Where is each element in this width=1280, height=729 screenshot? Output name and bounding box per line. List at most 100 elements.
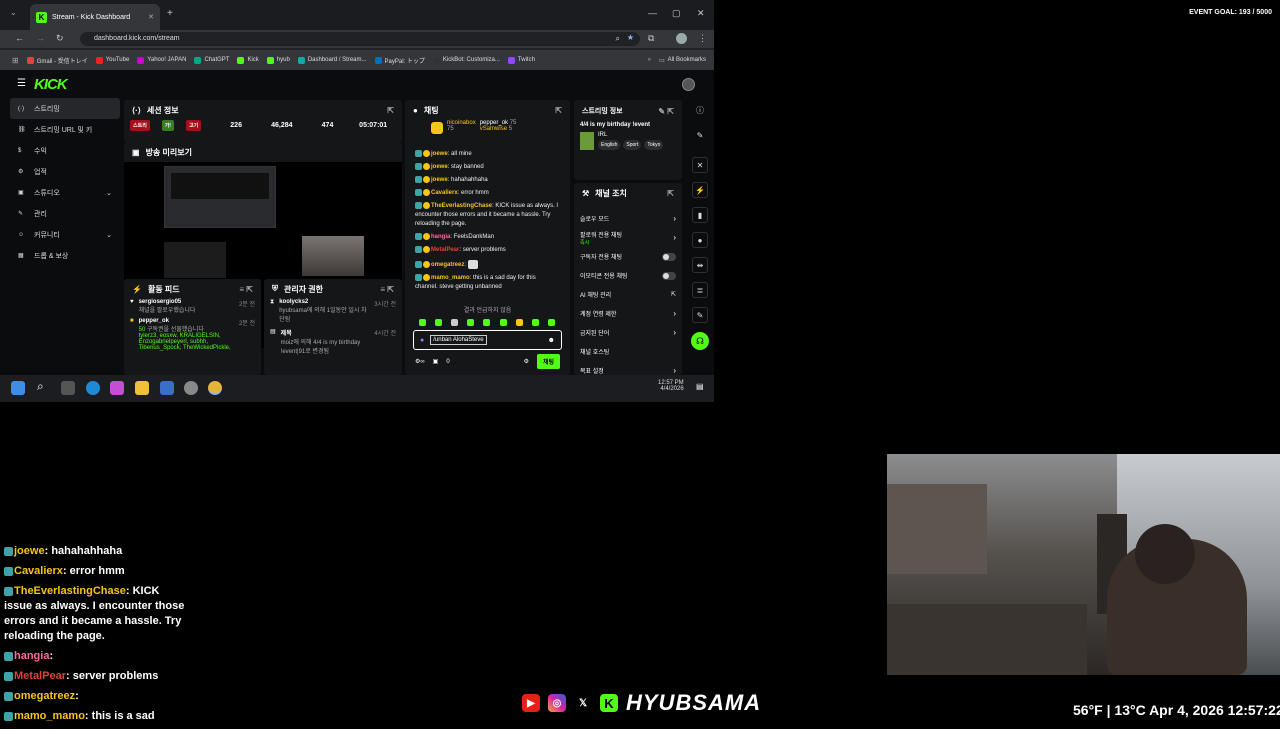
chat-username[interactable]: Cavalierx: [431, 190, 458, 196]
send-chat-button[interactable]: 채팅: [536, 354, 560, 369]
chat-username[interactable]: hangia: [431, 234, 450, 240]
popout-icon[interactable]: ⇱: [667, 189, 674, 198]
user-avatar[interactable]: [682, 78, 695, 91]
chevron-right-icon[interactable]: ›: [673, 233, 676, 242]
pencil-icon[interactable]: ✎: [692, 127, 708, 143]
external-link-icon[interactable]: ⇱: [671, 291, 676, 298]
sidebar-item[interactable]: (·) 스트리밍: [10, 98, 120, 119]
message-icon[interactable]: ●: [692, 232, 708, 248]
trash-icon[interactable]: ▮: [692, 207, 708, 223]
task-view-icon[interactable]: [61, 381, 75, 395]
kick-logo[interactable]: KICK: [34, 76, 68, 93]
browser-tab[interactable]: K Stream - Kick Dashboard ✕: [30, 4, 160, 30]
list-icon[interactable]: ≣: [692, 282, 708, 298]
sidebar-item[interactable]: ⛓ 스트리밍 URL 및 키: [10, 119, 120, 140]
window-close-icon[interactable]: ✕: [697, 8, 705, 19]
obs-icon[interactable]: [184, 381, 198, 395]
wrench-icon[interactable]: ✎: [692, 307, 708, 323]
edge-icon[interactable]: [86, 381, 100, 395]
close-tab-icon[interactable]: ✕: [148, 13, 154, 21]
chrome-icon[interactable]: [208, 381, 222, 395]
copilot-icon[interactable]: [110, 381, 124, 395]
file-explorer-icon[interactable]: [135, 381, 149, 395]
channel-action-item[interactable]: 채널 호스팅: [580, 342, 676, 361]
raid-icon[interactable]: ⇹: [692, 257, 708, 273]
chat-input-box[interactable]: ● /unban AlohaSteve ☻: [413, 330, 562, 350]
chat-username[interactable]: TheEverlastingChase: [431, 203, 492, 209]
settings-link-icon[interactable]: ⚙∞: [415, 358, 425, 365]
emote-icon[interactable]: [515, 319, 523, 326]
edit-popout-icons[interactable]: ✎ ⇱: [658, 107, 674, 116]
gifter-name[interactable]: vSamwise: [480, 126, 507, 132]
bookmark-item[interactable]: ChatGPT: [194, 56, 229, 64]
category-name[interactable]: IRL: [598, 132, 663, 138]
tab-search-icon[interactable]: ⌄: [10, 8, 17, 17]
url-bar[interactable]: dashboard.kick.com/stream ⌕ ★: [80, 32, 640, 46]
chat-username[interactable]: mamo_mamo: [431, 275, 470, 281]
profile-avatar[interactable]: [676, 33, 687, 44]
chat-username[interactable]: MetalPear: [431, 248, 459, 254]
sidebar-item[interactable]: ☺ 커뮤니티 ⌄: [10, 224, 120, 245]
emote-icon[interactable]: [451, 319, 459, 326]
emote-icon[interactable]: [499, 319, 507, 326]
bookmark-item[interactable]: Gmail - 受信トレイ: [26, 56, 88, 65]
extensions-icon[interactable]: ⧉: [648, 33, 654, 44]
tag-chip[interactable]: Tokyo: [644, 140, 664, 150]
chevron-right-icon[interactable]: ›: [673, 328, 676, 337]
bookmark-item[interactable]: Dashboard / Stream...: [297, 56, 367, 64]
sidebar-item[interactable]: ⚙ 업적: [10, 161, 120, 182]
more-bookmarks-icon[interactable]: »: [648, 57, 651, 63]
bookmark-item[interactable]: Yahoo! JAPAN: [137, 56, 186, 64]
shuffle-icon[interactable]: ✕: [692, 157, 708, 173]
menu-kebab-icon[interactable]: ⋮: [698, 33, 707, 44]
all-bookmarks[interactable]: ▭ All Bookmarks: [659, 57, 706, 64]
back-icon[interactable]: ←: [15, 33, 24, 43]
popout-icon[interactable]: ⇱: [555, 106, 562, 115]
channel-action-item[interactable]: 목표 설정 ›: [580, 361, 676, 375]
channel-action-item[interactable]: 계정 연령 제한 ›: [580, 304, 676, 323]
gear-icon[interactable]: ⚙: [524, 358, 529, 365]
app-icon[interactable]: [160, 381, 174, 395]
chat-username[interactable]: joewe: [431, 177, 448, 183]
tag-chip[interactable]: English: [598, 140, 621, 150]
chevron-right-icon[interactable]: ›: [673, 309, 676, 318]
toggle-switch[interactable]: [662, 252, 676, 261]
new-tab-icon[interactable]: +: [167, 8, 173, 19]
bookmark-item[interactable]: YouTube: [95, 56, 129, 64]
channel-action-item[interactable]: 이모티콘 전용 채팅: [580, 266, 676, 285]
emote-icon[interactable]: [483, 319, 491, 326]
mic-icon[interactable]: ●: [420, 337, 424, 344]
channel-action-item[interactable]: 팔로워 전용 채팅 즉시 ›: [580, 228, 676, 247]
maximize-icon[interactable]: ▢: [672, 8, 681, 19]
sidebar-item[interactable]: ✎ 관리: [10, 203, 120, 224]
channel-action-item[interactable]: 금지된 단어 ›: [580, 323, 676, 342]
chat-username[interactable]: joewe: [431, 151, 448, 157]
chevron-right-icon[interactable]: ›: [673, 214, 676, 223]
emote-icon[interactable]: [531, 319, 539, 326]
filter-icon[interactable]: ≡ ⇱: [380, 285, 394, 294]
tag-chip[interactable]: Sport: [623, 140, 642, 150]
emoji-icon[interactable]: ☻: [548, 337, 555, 344]
forward-icon[interactable]: →: [36, 33, 45, 43]
emote-icon[interactable]: [435, 319, 443, 326]
chat-username[interactable]: joewe: [431, 164, 448, 170]
toggle-switch[interactable]: [662, 271, 676, 280]
bookmark-item[interactable]: hyub: [266, 56, 290, 64]
popout-icon[interactable]: ⇱: [387, 106, 394, 115]
emote-icon[interactable]: [547, 319, 555, 326]
search-icon[interactable]: ⌕: [37, 379, 44, 394]
bookmark-item[interactable]: PayPal: トップ: [374, 56, 425, 65]
chat-input[interactable]: /unban AlohaSteve: [430, 335, 487, 345]
bookmark-star-icon[interactable]: ★: [627, 33, 634, 42]
bookmark-item[interactable]: KickBot: Customiza...: [432, 56, 500, 64]
bolt-icon[interactable]: ⚡: [692, 182, 708, 198]
notification-icon[interactable]: ▤: [696, 382, 704, 391]
hamburger-icon[interactable]: ☰: [17, 78, 26, 89]
emote-icon[interactable]: [467, 319, 475, 326]
chevron-right-icon[interactable]: ›: [673, 366, 676, 375]
support-headset-icon[interactable]: ☊: [691, 332, 709, 350]
bookmark-item[interactable]: Kick: [237, 56, 259, 64]
windows-start-icon[interactable]: [11, 381, 25, 395]
info-icon[interactable]: ⓘ: [692, 102, 708, 118]
sidebar-item[interactable]: $ 수익: [10, 140, 120, 161]
